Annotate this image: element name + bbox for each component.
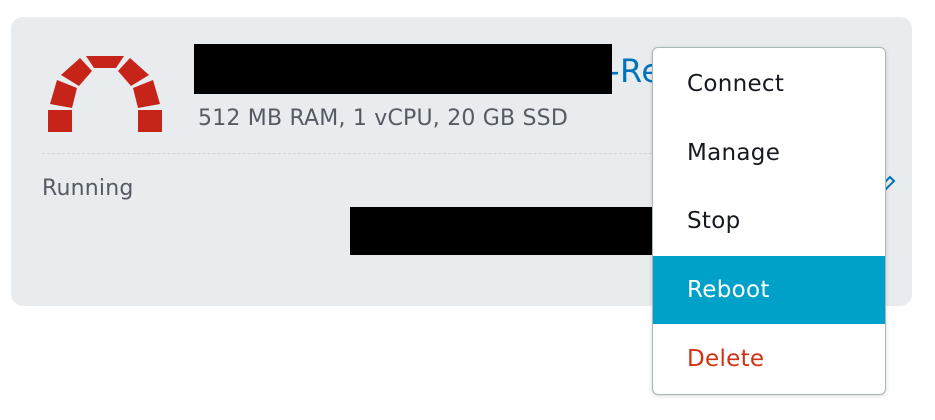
instance-actions-menu: Connect Manage Stop Reboot Delete (652, 47, 886, 395)
menu-item-manage[interactable]: Manage (653, 119, 885, 187)
redis-arch-logo-icon (48, 56, 162, 132)
card-divider (42, 153, 657, 154)
redacted-ip-address (350, 207, 652, 255)
instance-specs: 512 MB RAM, 1 vCPU, 20 GB SSD (198, 106, 568, 131)
instance-status: Running (42, 176, 134, 201)
menu-item-stop[interactable]: Stop (653, 187, 885, 255)
menu-item-delete[interactable]: Delete (653, 325, 885, 393)
menu-item-reboot[interactable]: Reboot (653, 256, 885, 324)
menu-item-connect[interactable]: Connect (653, 50, 885, 118)
redacted-instance-name (194, 44, 612, 94)
